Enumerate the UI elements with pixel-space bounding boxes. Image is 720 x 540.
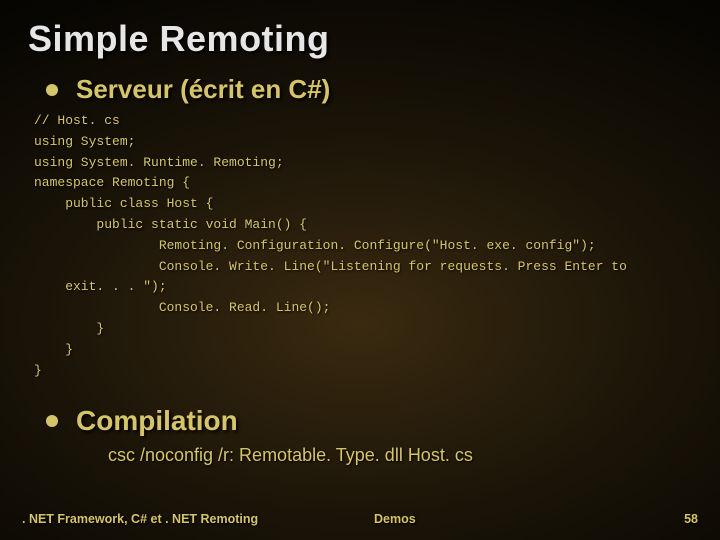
slide: Simple Remoting Serveur (écrit en C#) //… — [0, 0, 720, 540]
footer-left: . NET Framework, C# et . NET Remoting — [22, 512, 258, 526]
bullet-text-server: Serveur (écrit en C#) — [76, 74, 330, 105]
bullet-icon — [46, 84, 58, 96]
compile-command: csc /noconfig /r: Remotable. Type. dll H… — [108, 445, 692, 466]
bullet-text-compilation: Compilation — [76, 405, 238, 437]
bullet-row-compilation: Compilation — [46, 405, 692, 437]
bullet-row-server: Serveur (écrit en C#) — [46, 74, 692, 105]
bullet-icon — [46, 415, 58, 427]
code-block: // Host. cs using System; using System. … — [34, 111, 692, 381]
slide-title: Simple Remoting — [28, 18, 692, 60]
footer-center: Demos — [374, 512, 416, 526]
footer: . NET Framework, C# et . NET Remoting De… — [0, 512, 720, 526]
footer-right: 58 — [684, 512, 698, 526]
